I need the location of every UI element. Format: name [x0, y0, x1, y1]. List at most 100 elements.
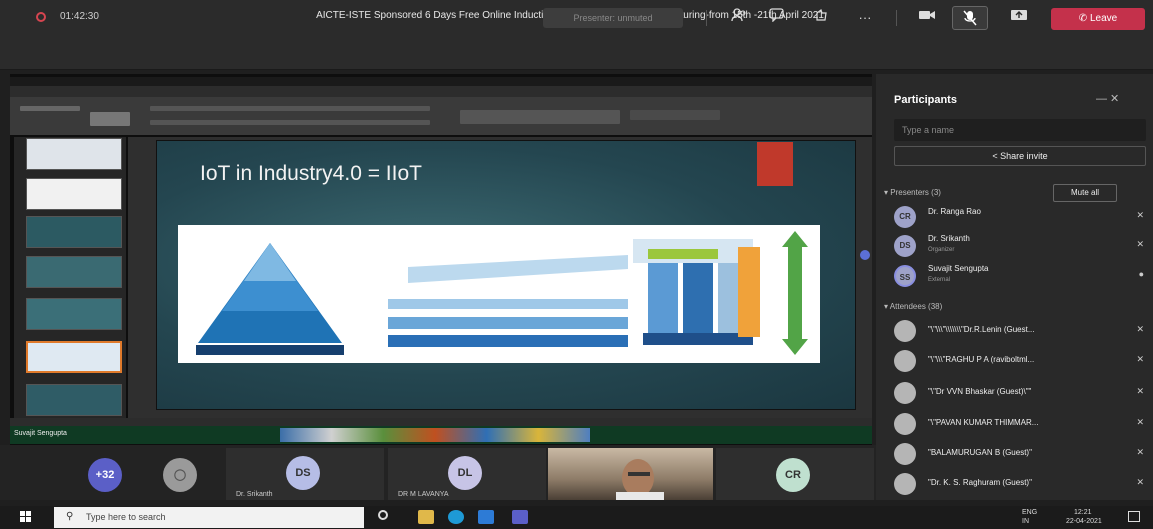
taskbar-search-input[interactable]: Type here to search	[54, 507, 364, 528]
call-controls-bar	[0, 34, 1153, 70]
scroll-indicator[interactable]	[860, 250, 870, 260]
avatar	[894, 320, 916, 342]
ribbon-group	[20, 106, 80, 111]
teams-icon[interactable]	[512, 510, 528, 524]
participant-name: "\"\\\"\\\\\\\"Dr.R.Lenin (Guest...	[928, 325, 1035, 334]
slide-thumbnail[interactable]	[26, 216, 122, 248]
tray-date[interactable]: 22-04-2021	[1066, 518, 1102, 525]
participant-row[interactable]: "\"\\\"\\\\\\\"Dr.R.Lenin (Guest... ✕	[894, 318, 1144, 344]
avatar: DS	[286, 456, 320, 490]
presenter-status: Presenter: unmuted	[543, 8, 683, 28]
participant-name: Dr. Ranga Rao	[928, 207, 981, 216]
ppt-menubar	[10, 77, 872, 86]
mute-all-button[interactable]: Mute all	[1053, 184, 1117, 202]
slide-diagram	[178, 225, 820, 363]
ribbon-group	[460, 110, 620, 124]
mic-off-icon: ✕	[1136, 447, 1144, 457]
tile-name: Dr. Srikanth	[236, 491, 273, 498]
divider	[896, 10, 897, 26]
participant-name: "BALAMURUGAN B (Guest)"	[928, 448, 1032, 457]
participant-search-input[interactable]: Type a name	[894, 119, 1146, 141]
windows-start-icon[interactable]	[20, 511, 32, 523]
participant-role: Organizer	[928, 247, 955, 253]
leave-label: Leave	[1089, 13, 1118, 24]
mic-off-icon: ✕	[1136, 354, 1144, 364]
tray-time[interactable]: 12:21	[1074, 509, 1092, 516]
participant-row[interactable]: "\"Dr VVN Bhaskar (Guest)\"" ✕	[894, 380, 1144, 406]
share-screen-icon[interactable]	[1006, 8, 1032, 28]
slide-thumbnail-selected[interactable]	[26, 341, 122, 373]
participant-row[interactable]: CR Dr. Ranga Rao ✕	[894, 204, 1144, 230]
person-icon[interactable]: ◯	[163, 458, 197, 492]
participant-name: "Dr. K. S. Raghuram (Guest)"	[928, 478, 1032, 487]
mic-off-icon: ✕	[1136, 210, 1144, 220]
tray-language[interactable]: ENG	[1022, 509, 1037, 516]
shared-taskbar-icons	[280, 428, 590, 442]
cortana-icon[interactable]	[378, 510, 388, 520]
camera-off-icon[interactable]	[914, 8, 940, 28]
share-invite-label: Share invite	[1000, 151, 1048, 161]
mic-muted-button[interactable]	[952, 6, 988, 30]
avatar	[894, 443, 916, 465]
participants-title: Participants	[894, 94, 957, 106]
divider	[706, 10, 707, 26]
avatar	[894, 382, 916, 404]
reactions-icon[interactable]	[808, 8, 834, 28]
participant-name: Suvajit Sengupta	[928, 264, 989, 273]
mic-off-icon: ✕	[1136, 417, 1144, 427]
mic-off-icon: ✕	[1136, 477, 1144, 487]
notifications-icon[interactable]	[1128, 511, 1140, 522]
participant-row[interactable]: "BALAMURUGAN B (Guest)" ✕	[894, 441, 1144, 467]
attendees-header: Attendees (38)	[889, 302, 943, 311]
people-icon[interactable]	[726, 8, 752, 28]
presenters-header: Presenters (3)	[890, 188, 941, 197]
presenters-section-header[interactable]: ▾ Presenters (3)	[884, 188, 941, 197]
presenter-name-tag: Suvajit Sengupta	[14, 430, 67, 437]
participant-role: External	[928, 277, 951, 283]
mic-on-icon: ●	[1138, 269, 1144, 279]
slide-thumbnail[interactable]	[26, 256, 122, 288]
avatar: CR	[894, 206, 916, 228]
participant-name: Dr. Srikanth	[928, 234, 970, 243]
participant-name: "\"PAVAN KUMAR THIMMAR...	[928, 418, 1039, 427]
edge-icon[interactable]	[448, 510, 464, 524]
ribbon-group	[150, 120, 430, 125]
mic-off-icon: ✕	[1136, 386, 1144, 396]
overflow-count[interactable]: +32	[88, 458, 122, 492]
call-timer: 01:42:30	[60, 11, 99, 22]
share-invite-button[interactable]: < Share invite	[894, 146, 1146, 166]
participant-name: "\"Dr VVN Bhaskar (Guest)\""	[928, 387, 1032, 396]
chat-icon[interactable]	[764, 8, 790, 28]
leave-button[interactable]: ✆ Leave	[1051, 8, 1145, 30]
more-options-icon[interactable]: ···	[852, 8, 878, 28]
slide-thumbnail[interactable]	[26, 298, 122, 330]
file-explorer-icon[interactable]	[418, 510, 434, 524]
tile-name: DR M LAVANYA	[398, 491, 449, 498]
participant-row[interactable]: "\"\\\"RAGHU P A (raviboltml... ✕	[894, 348, 1144, 374]
ppt-ribbon	[10, 97, 872, 135]
panel-actions[interactable]: — ✕	[1096, 92, 1119, 105]
share-icon: <	[992, 151, 1001, 161]
participant-video[interactable]	[548, 448, 713, 502]
slide-thumbnail[interactable]	[26, 384, 122, 416]
chrome-icon[interactable]	[478, 510, 494, 524]
avatar: SS	[894, 265, 916, 287]
avatar: DL	[448, 456, 482, 490]
ribbon-group	[150, 106, 430, 111]
mic-off-icon: ✕	[1136, 239, 1144, 249]
slide-thumbnail[interactable]	[26, 138, 122, 170]
participant-row[interactable]: "Dr. K. S. Raghuram (Guest)" ✕	[894, 471, 1144, 497]
slide-thumbnail[interactable]	[26, 178, 122, 210]
participant-name: "\"\\\"RAGHU P A (raviboltml...	[928, 355, 1035, 364]
slide-title: IoT in Industry4.0 = IIoT	[200, 162, 422, 185]
participant-row[interactable]: DS Dr. Srikanth Organizer ✕	[894, 233, 1144, 259]
avatar: DS	[894, 235, 916, 257]
phone-icon: ✆	[1078, 13, 1090, 24]
recording-icon	[36, 12, 46, 22]
participant-row[interactable]: "\"PAVAN KUMAR THIMMAR... ✕	[894, 411, 1144, 437]
participant-row[interactable]: SS Suvajit Sengupta External ●	[894, 263, 1144, 289]
tray-region[interactable]: IN	[1022, 518, 1029, 525]
attendees-section-header[interactable]: ▾ Attendees (38)	[884, 302, 942, 311]
ribbon-group	[630, 110, 720, 120]
avatar	[894, 413, 916, 435]
